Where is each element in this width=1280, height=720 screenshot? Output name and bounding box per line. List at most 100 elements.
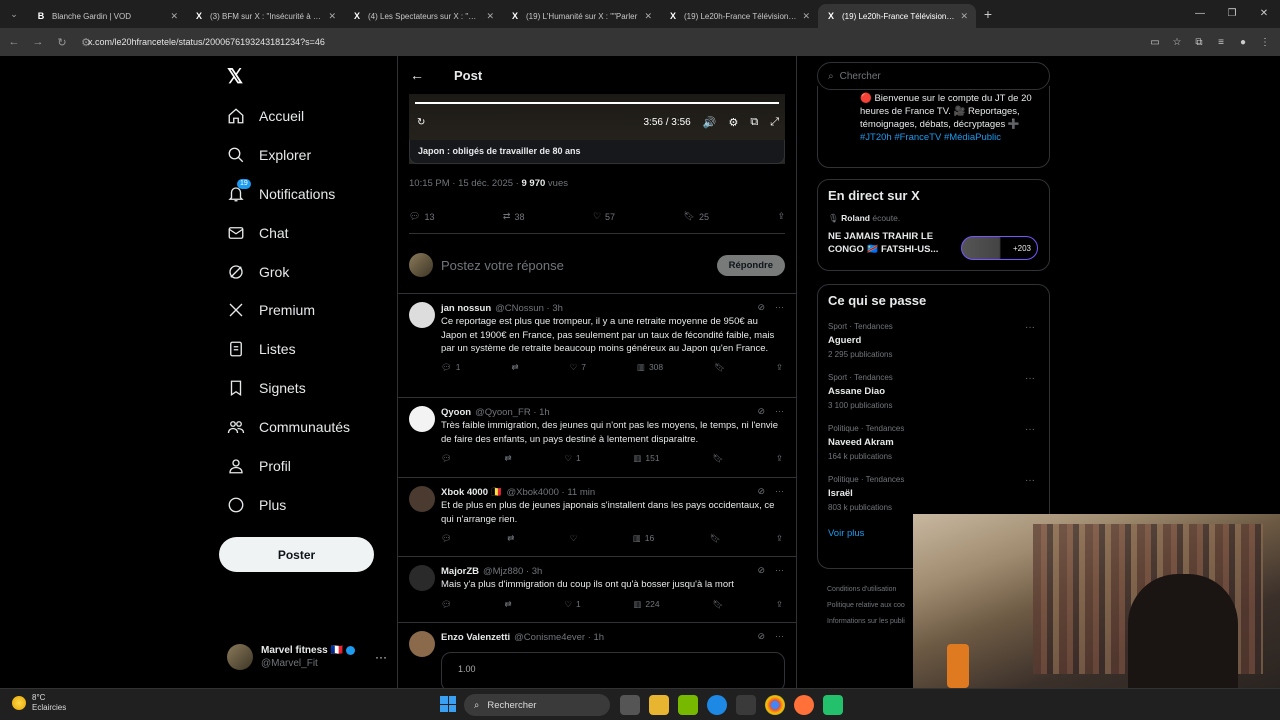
grok-icon[interactable]: ⊘ <box>757 302 765 313</box>
forward-icon[interactable]: → <box>26 36 50 48</box>
sidebar-item-notifications[interactable]: 19 Notifications <box>227 179 335 206</box>
close-icon[interactable]: ✕ <box>960 11 968 22</box>
reply-item[interactable]: ⊘ ··· Xbok 4000 🇧🇪 @Xbok4000 · 11 min Et d… <box>398 477 796 556</box>
sidebar-item-lists[interactable]: Listes <box>227 337 296 361</box>
sidebar-item-more[interactable]: Plus <box>227 493 286 517</box>
heart-icon[interactable]: ♡ <box>570 532 578 545</box>
reload-icon[interactable]: ↻ <box>50 36 74 49</box>
more-icon[interactable]: ··· <box>775 631 784 642</box>
like-action[interactable]: ♡ 7 <box>570 361 586 374</box>
reply-item[interactable]: ⊘ ··· Enzo Valenzetti @Conisme4ever · 1h 1… <box>398 622 796 688</box>
sidebar-item-chat[interactable]: Chat <box>227 221 289 245</box>
footer-link[interactable]: Conditions d'utilisation <box>827 582 922 598</box>
store-icon[interactable] <box>736 695 756 715</box>
restore-icon[interactable]: ❐ <box>1216 0 1248 28</box>
views-action[interactable]: ▥ 224 <box>633 598 659 611</box>
chrome-icon[interactable] <box>765 695 785 715</box>
close-icon[interactable]: ✕ <box>328 11 336 22</box>
reply-action[interactable]: 💬︎ 1 <box>441 361 461 374</box>
back-arrow-icon[interactable]: ← <box>410 67 424 83</box>
space-listeners-button[interactable]: +203 <box>961 236 1038 260</box>
footer-link[interactable]: Politique relative aux coo <box>827 598 922 614</box>
browser-tab[interactable]: X (19) Le20h-France Télévisions s ✕ <box>660 4 818 28</box>
sidebar-item-bookmarks[interactable]: Signets <box>227 376 306 400</box>
settings-icon[interactable]: ⚙ <box>728 116 738 129</box>
edge-icon[interactable] <box>707 695 727 715</box>
reply-media-embed[interactable]: 1.00 <box>441 652 785 688</box>
like-action[interactable]: ♡ 1 <box>564 452 580 465</box>
replay-icon[interactable]: ↻ <box>417 117 425 128</box>
trend-item[interactable]: Politique · Tendances Naveed Akram 164 k… <box>828 424 1039 461</box>
back-icon[interactable]: ← <box>2 36 26 48</box>
reply-button[interactable]: Répondre <box>716 254 785 276</box>
video-progress-bar[interactable] <box>415 102 779 104</box>
bookmark-icon[interactable]: 🔖︎ <box>710 532 721 545</box>
more-icon[interactable]: ··· <box>1025 373 1035 384</box>
close-icon[interactable]: ✕ <box>802 11 810 22</box>
share-icon[interactable]: ⇪ <box>776 532 783 545</box>
grok-icon[interactable]: ⊘ <box>757 565 765 576</box>
more-icon[interactable]: ··· <box>1025 475 1035 486</box>
browser-tab[interactable]: X (19) L'Humanité sur X : ""Parler ✕ <box>502 4 660 28</box>
reply-author[interactable]: Qyoon <box>441 406 471 419</box>
sidebar-item-explore[interactable]: Explorer <box>227 143 311 167</box>
reply-author[interactable]: jan nossun <box>441 302 491 315</box>
x-logo-icon[interactable]: 𝕏 <box>227 64 243 89</box>
browser-tab[interactable]: X (4) Les Spectateurs sur X : "🔴 B ✕ <box>344 4 502 28</box>
extensions-icon[interactable]: ⧉ <box>1188 37 1210 48</box>
task-view-icon[interactable] <box>620 695 640 715</box>
windows-start-icon[interactable] <box>440 696 456 712</box>
minimize-icon[interactable]: — <box>1184 0 1216 28</box>
post-button[interactable]: Poster <box>219 537 374 572</box>
close-window-icon[interactable]: ✕ <box>1248 0 1280 28</box>
like-action[interactable]: ♡ 1 <box>564 598 580 611</box>
more-icon[interactable]: ··· <box>775 486 784 497</box>
close-icon[interactable]: ✕ <box>644 11 652 22</box>
reply-item[interactable]: ⊘ ··· jan nossun @CNossun · 3h Ce reportag… <box>398 293 796 397</box>
bio-hashtags[interactable]: #JT20h #FranceTV #MédiaPublic <box>860 132 1001 143</box>
footer-link[interactable]: Informations sur les publi <box>827 614 922 630</box>
bookmark-icon[interactable]: 🔖︎ <box>714 361 725 374</box>
bookmark-icon[interactable]: 🔖︎ <box>712 452 723 465</box>
more-icon[interactable]: ··· <box>775 302 784 313</box>
more-icon[interactable]: ··· <box>1025 322 1035 333</box>
grok-icon[interactable]: ⊘ <box>757 486 765 497</box>
file-explorer-icon[interactable] <box>649 695 669 715</box>
more-icon[interactable]: ··· <box>775 406 784 417</box>
sidebar-item-home[interactable]: Accueil <box>227 104 304 128</box>
volume-icon[interactable]: 🔊 <box>703 116 717 129</box>
bookmark-icon[interactable]: 🔖︎ <box>712 598 723 611</box>
bookmark-action[interactable]: 🔖︎ 25 <box>684 210 709 223</box>
nvidia-icon[interactable] <box>678 695 698 715</box>
reply-action[interactable]: 💬︎ 13 <box>409 210 434 223</box>
reply-item[interactable]: ⊘ ··· Qyoon @Qyoon_FR · 1h Très faible imm… <box>398 397 796 477</box>
trend-item[interactable]: Sport · Tendances Assane Diao 3 100 publ… <box>828 373 1039 410</box>
share-icon[interactable]: ⇪ <box>776 598 783 611</box>
share-icon[interactable]: ⇪ <box>776 361 783 374</box>
repost-icon[interactable]: ⇄ <box>507 532 514 545</box>
trend-item[interactable]: Sport · Tendances Aguerd 2 295 publicati… <box>828 322 1039 359</box>
fullscreen-icon[interactable]: ⤢ <box>770 116 779 129</box>
share-icon[interactable]: ⇪ <box>776 452 783 465</box>
share-icon[interactable]: ⇪ <box>777 210 785 223</box>
browser-tab-active[interactable]: X (19) Le20h-France Télévisions s ✕ <box>818 4 976 28</box>
sidebar-item-grok[interactable]: Grok <box>227 260 289 284</box>
weather-widget[interactable]: 8°C Eclaircies <box>12 693 66 713</box>
space-title[interactable]: NE JAMAIS TRAHIR LE CONGO 🇨🇩 FATSHI-US..… <box>828 230 953 256</box>
close-icon[interactable]: ✕ <box>170 11 178 22</box>
more-icon[interactable]: ··· <box>1025 424 1035 435</box>
reply-icon[interactable]: 💬︎ <box>441 452 452 465</box>
reply-item[interactable]: ⊘ ··· MajorZB @Mjz880 · 3h Mais y'a plus d… <box>398 556 796 622</box>
views-action[interactable]: ▥ 308 <box>637 361 663 374</box>
pip-icon[interactable]: ⧉ <box>750 116 758 129</box>
views-action[interactable]: ▥ 151 <box>633 452 659 465</box>
more-icon[interactable]: ··· <box>775 565 784 576</box>
account-switcher[interactable]: Marvel fitness 🇫🇷 @Marvel_Fit ··· <box>227 644 387 670</box>
sidebar-item-profile[interactable]: Profil <box>227 454 291 478</box>
reading-list-icon[interactable]: ≡ <box>1210 37 1232 48</box>
browser-tab[interactable]: X (3) BFM sur X : "Insécurité à Ma ✕ <box>186 4 344 28</box>
app-icon[interactable] <box>823 695 843 715</box>
reply-input[interactable]: Postez votre réponse <box>441 258 709 273</box>
grok-icon[interactable]: ⊘ <box>757 631 765 642</box>
reply-icon[interactable]: 💬︎ <box>441 532 452 545</box>
